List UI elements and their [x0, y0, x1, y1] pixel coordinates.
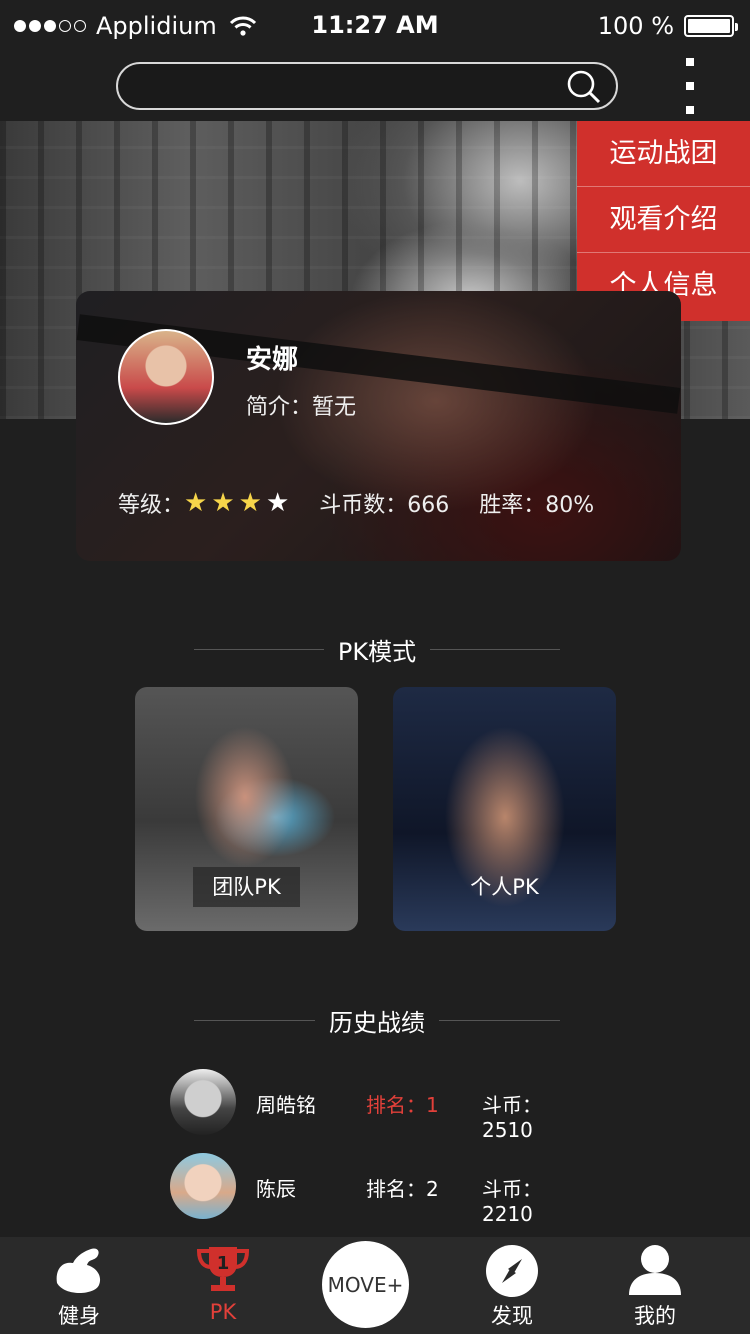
- profile-card[interactable]: 安娜 简介：暂无 等级： ★ ★ ★ ★ 斗币数：666 胜率：80%: [76, 291, 681, 561]
- trophy-number: 1: [217, 1253, 230, 1274]
- history-rank: 排名：2: [366, 1177, 439, 1201]
- profile-intro: 简介：暂无: [246, 395, 357, 420]
- trophy-icon: 1: [196, 1247, 250, 1291]
- profile-win-rate: 胜率：80%: [479, 493, 595, 518]
- tab-discover[interactable]: 发现: [457, 1237, 567, 1334]
- history-name: 周皓铭: [256, 1093, 316, 1117]
- profile-name: 安娜: [246, 345, 299, 375]
- move-plus-button[interactable]: MOVE+: [322, 1241, 409, 1328]
- tab-fitness[interactable]: 健身: [24, 1237, 134, 1334]
- user-icon: [629, 1245, 681, 1295]
- tab-mine[interactable]: 我的: [600, 1237, 710, 1334]
- status-bar: Applidium 11:27 AM 100 %: [0, 0, 750, 54]
- star-icon: ★: [184, 488, 208, 518]
- search-icon[interactable]: [566, 69, 602, 105]
- level-label: 等级：: [118, 493, 185, 518]
- history-coins: 斗币：2510: [482, 1093, 542, 1142]
- menu-item-intro[interactable]: 观看介绍: [577, 187, 750, 253]
- avatar[interactable]: [170, 1153, 236, 1219]
- battery-info: 100 %: [597, 12, 738, 40]
- star-icon: ★: [211, 488, 235, 518]
- history-name: 陈辰: [256, 1177, 296, 1201]
- battery-icon: [684, 15, 738, 37]
- menu-item-team[interactable]: 运动战团: [577, 121, 750, 187]
- history-row[interactable]: 陈辰 排名：2 斗币：2210: [170, 1153, 590, 1226]
- tab-pk-label: PK: [209, 1300, 237, 1324]
- tab-discover-label: 发现: [491, 1304, 533, 1328]
- team-pk-card[interactable]: 团队PK: [135, 687, 358, 931]
- history-heading: 历史战绩: [194, 1003, 560, 1038]
- solo-pk-card[interactable]: 个人PK: [393, 687, 616, 931]
- history-rank: 排名：1: [366, 1093, 439, 1117]
- search-bar[interactable]: [116, 62, 618, 110]
- profile-coins: 斗币数：666: [319, 493, 450, 518]
- avatar[interactable]: [170, 1069, 236, 1135]
- profile-stats: 等级： ★ ★ ★ ★ 斗币数：666 胜率：80%: [118, 487, 594, 519]
- tab-mine-label: 我的: [634, 1304, 676, 1328]
- battery-percent: 100 %: [597, 12, 674, 40]
- history-row[interactable]: 周皓铭 排名：1 斗币：2510: [170, 1069, 590, 1142]
- more-menu-button[interactable]: [678, 58, 702, 114]
- muscle-icon: [56, 1248, 101, 1293]
- compass-icon: [486, 1245, 538, 1297]
- tab-fitness-label: 健身: [58, 1304, 100, 1328]
- pk-mode-title: PK模式: [337, 638, 417, 666]
- search-input[interactable]: [136, 70, 560, 104]
- avatar[interactable]: [118, 329, 214, 425]
- level-stars: ★ ★ ★ ★: [184, 490, 289, 516]
- pk-mode-heading: PK模式: [194, 632, 560, 667]
- history-coins: 斗币：2210: [482, 1177, 542, 1226]
- team-pk-label: 团队PK: [193, 867, 300, 907]
- history-title: 历史战绩: [329, 1009, 425, 1037]
- tab-pk[interactable]: 1 PK: [168, 1237, 278, 1334]
- solo-pk-label: 个人PK: [470, 875, 539, 899]
- star-icon: ★: [238, 488, 262, 518]
- star-icon: ★: [265, 488, 290, 518]
